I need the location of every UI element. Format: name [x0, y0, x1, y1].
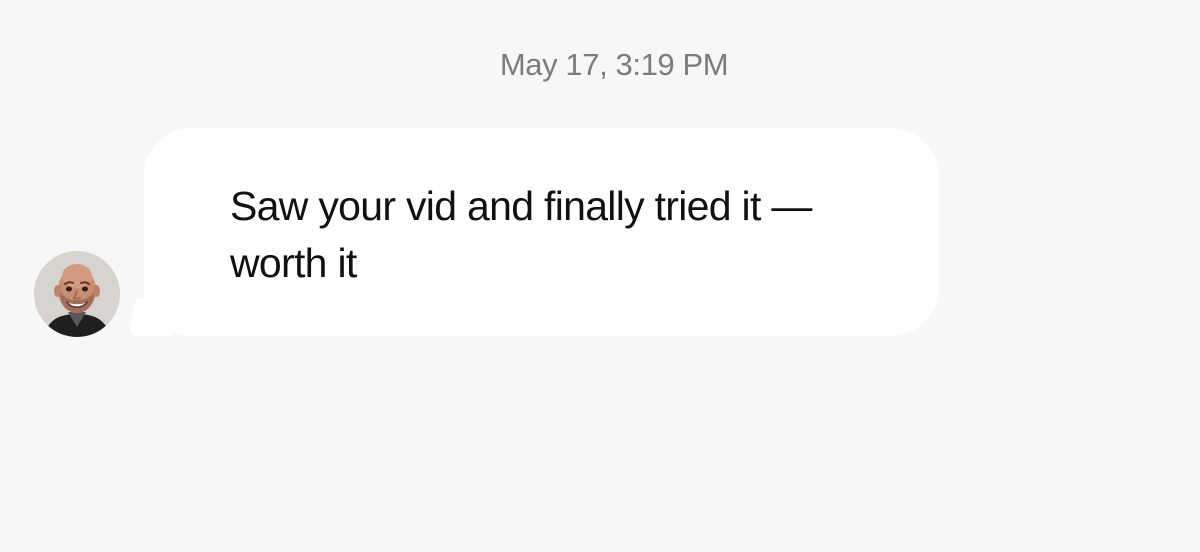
- incoming-message-row: Saw your vid and finally tried it — wort…: [34, 128, 944, 338]
- smiling-man-avatar-icon: [34, 251, 120, 337]
- message-timestamp: May 17, 3:19 PM: [499, 47, 729, 82]
- sender-avatar[interactable]: [34, 251, 120, 337]
- message-text: Saw your vid and finally tried it — wort…: [230, 183, 812, 286]
- incoming-message-bubble[interactable]: Saw your vid and finally tried it — wort…: [144, 128, 939, 336]
